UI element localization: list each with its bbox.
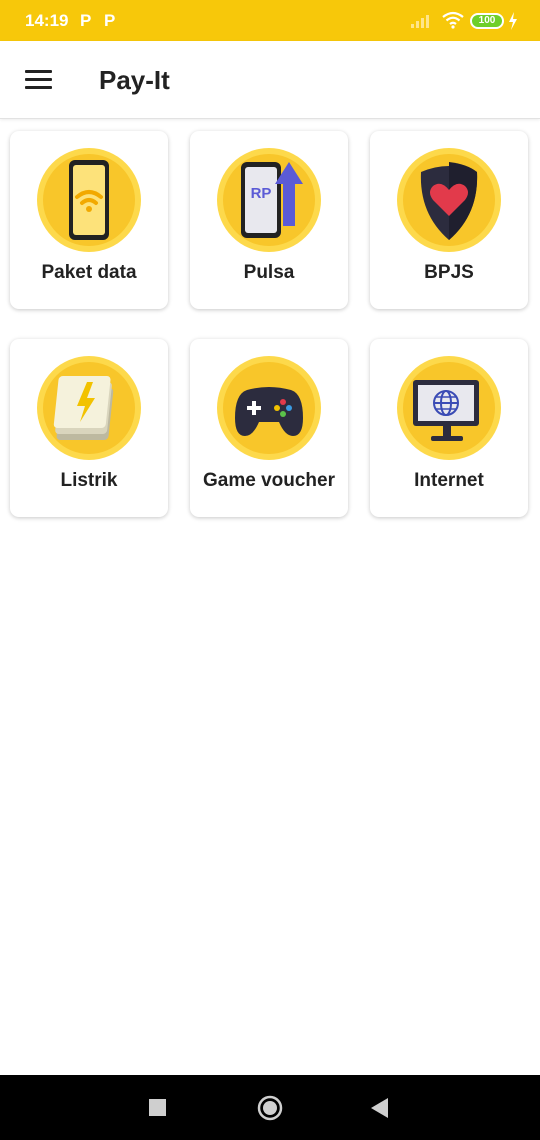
triangle-back-icon[interactable] bbox=[371, 1098, 389, 1118]
heart-shield-icon bbox=[397, 148, 501, 252]
phone-rp-topup-icon: RP bbox=[217, 148, 321, 252]
service-label: Game voucher bbox=[203, 470, 335, 491]
notification-p-icon: P bbox=[104, 11, 116, 30]
system-nav-bar bbox=[0, 1075, 540, 1140]
monitor-globe-icon bbox=[397, 356, 501, 460]
service-card-pulsa[interactable]: RP Pulsa bbox=[190, 131, 348, 309]
battery-indicator: 100 bbox=[470, 13, 504, 29]
wifi-icon bbox=[442, 11, 464, 29]
app-bar: Pay-It bbox=[0, 41, 540, 119]
rp-currency-label: RP bbox=[251, 185, 272, 202]
hamburger-menu-icon[interactable] bbox=[25, 70, 52, 90]
gamepad-icon bbox=[217, 356, 321, 460]
status-bar: 14:19 P P 100 bbox=[0, 0, 540, 41]
circle-home-icon[interactable] bbox=[257, 1095, 283, 1121]
service-card-paket-data[interactable]: Paket data bbox=[10, 131, 168, 309]
service-label: BPJS bbox=[424, 262, 474, 283]
service-card-game-voucher[interactable]: Game voucher bbox=[190, 339, 348, 517]
electricity-token-icon bbox=[37, 356, 141, 460]
phone-wifi-icon bbox=[37, 148, 141, 252]
status-time: 14:19 bbox=[25, 11, 69, 30]
service-card-bpjs[interactable]: BPJS bbox=[370, 131, 528, 309]
service-label: Pulsa bbox=[243, 262, 295, 283]
service-card-internet[interactable]: Internet bbox=[370, 339, 528, 517]
signal-bars-icon bbox=[411, 15, 429, 28]
service-card-listrik[interactable]: Listrik bbox=[10, 339, 168, 517]
charging-bolt-icon bbox=[509, 12, 517, 30]
service-label: Listrik bbox=[60, 470, 118, 491]
app-title: Pay-It bbox=[99, 65, 170, 95]
square-recents-icon[interactable] bbox=[149, 1099, 166, 1116]
notification-p-icon: P bbox=[80, 11, 92, 30]
service-label: Paket data bbox=[41, 262, 137, 283]
service-label: Internet bbox=[414, 470, 484, 491]
